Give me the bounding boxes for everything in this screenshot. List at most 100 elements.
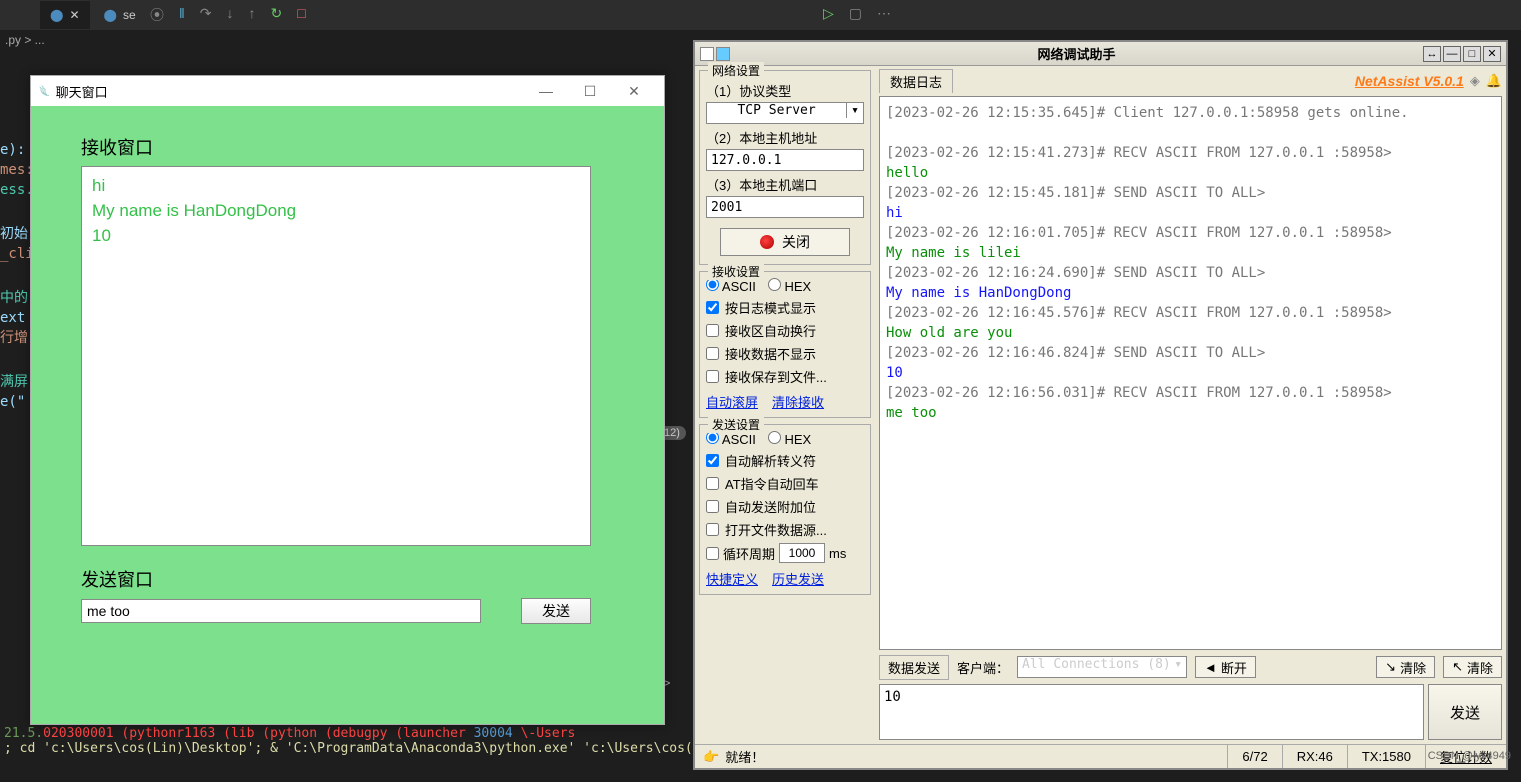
stop-icon[interactable]: □: [297, 5, 305, 25]
split-icon[interactable]: ▢: [849, 5, 862, 22]
close-icon[interactable]: ✕: [1483, 46, 1501, 62]
send-tab[interactable]: 数据发送: [879, 655, 949, 680]
tab-label: se: [123, 8, 136, 22]
recv-logmode-check[interactable]: [706, 301, 719, 314]
feather-icon: 𓆰: [39, 81, 50, 102]
close-icon[interactable]: ✕: [69, 8, 79, 22]
check-label: 自动解析转义符: [725, 451, 816, 470]
period-unit: ms: [829, 546, 846, 561]
group-title: 接收设置: [708, 263, 764, 280]
recv-hide-check[interactable]: [706, 347, 719, 360]
recv-save-check[interactable]: [706, 370, 719, 383]
send-extra-check[interactable]: [706, 500, 719, 513]
period-input[interactable]: [779, 543, 825, 563]
send-input[interactable]: [81, 599, 481, 623]
pin-icon[interactable]: ↔: [1423, 46, 1441, 62]
send-file-check[interactable]: [706, 523, 719, 536]
editor-tab[interactable]: ⬤ ✕: [40, 1, 90, 29]
bell-icon[interactable]: 🔔: [1486, 73, 1502, 89]
log-tab[interactable]: 数据日志: [879, 69, 953, 93]
check-label: 接收保存到文件...: [725, 367, 827, 386]
python-icon: ⬤: [104, 8, 117, 22]
host-input[interactable]: [706, 149, 864, 171]
autoscroll-link[interactable]: 自动滚屏: [706, 392, 758, 411]
group-send: 发送设置 ASCII HEX 自动解析转义符 AT指令自动回车 自动发送附加位 …: [699, 424, 871, 595]
data-log[interactable]: [2023-02-26 12:15:35.645]# Client 127.0.…: [879, 96, 1502, 650]
clear-icon: ↘: [1385, 659, 1396, 675]
check-label: 接收数据不显示: [725, 344, 816, 363]
run-icon[interactable]: ▷: [823, 5, 834, 22]
send-label: 发送窗口: [81, 566, 614, 592]
breadcrumb[interactable]: .py > ...: [0, 30, 50, 50]
hand-icon: 👉: [703, 749, 719, 765]
maximize-icon[interactable]: ☐: [568, 83, 612, 100]
step-out-icon[interactable]: ↑: [249, 5, 256, 25]
recv-label: 接收窗口: [81, 134, 614, 160]
more-icon[interactable]: ⋯: [877, 5, 891, 22]
code-fragments: e):mes:ess.初始_cli中的ext行增满屏e(": [0, 140, 34, 412]
term-text: 020300001 (pythonr1163 (lib (python (deb…: [43, 726, 466, 741]
status-tx: TX:1580: [1347, 745, 1425, 768]
proto-select[interactable]: TCP Server ▾: [706, 102, 864, 124]
send-loop-check[interactable]: [706, 547, 719, 560]
group-network: 网络设置 （1）协议类型 TCP Server ▾ （2）本地主机地址 （3）本…: [699, 70, 871, 265]
status-ready: 就绪！: [725, 747, 764, 766]
recv-textbox[interactable]: hiMy name is HanDongDong10: [81, 166, 591, 546]
step-into-icon[interactable]: ↓: [227, 5, 234, 25]
chat-window: 𓆰 聊天窗口 — ☐ ✕ 接收窗口 hiMy name is HanDongDo…: [30, 75, 665, 725]
term-cd: ; cd 'c:\Users\cos(Lin)\Desktop'; & 'C:\…: [4, 741, 779, 756]
python-icon: ⬤: [50, 8, 63, 22]
send-escape-check[interactable]: [706, 454, 719, 467]
client-label: 客户端：: [957, 658, 1009, 677]
recv-hex-radio[interactable]: HEX: [768, 278, 811, 294]
editor-tab-2[interactable]: ⬤ se: [94, 1, 146, 29]
proto-label: （1）协议类型: [706, 81, 864, 100]
minimize-icon[interactable]: —: [1443, 46, 1461, 62]
check-label: AT指令自动回车: [725, 474, 819, 493]
port-input[interactable]: [706, 196, 864, 218]
status-bar: 👉就绪！ 6/72 RX:46 TX:1580 复位计数: [695, 744, 1506, 768]
minimize-icon[interactable]: —: [524, 83, 568, 99]
close-icon[interactable]: ✕: [612, 83, 656, 100]
check-label: 打开文件数据源...: [725, 520, 827, 539]
close-connection-button[interactable]: 关闭: [720, 228, 850, 256]
check-label: 按日志模式显示: [725, 298, 816, 317]
na-send-button[interactable]: 发送: [1428, 684, 1502, 740]
disconnect-button[interactable]: ◄断开: [1195, 656, 1256, 678]
maximize-icon[interactable]: □: [1463, 46, 1481, 62]
clear-button-2[interactable]: ↖清除: [1443, 656, 1502, 678]
clear-button-1[interactable]: ↘清除: [1376, 656, 1435, 678]
diamond-icon[interactable]: ◈: [1470, 73, 1480, 89]
step-over-icon[interactable]: ↷: [200, 5, 212, 25]
netassist-window: 网络调试助手 ↔ — □ ✕ 网络设置 （1）协议类型 TCP Server ▾…: [693, 40, 1508, 770]
status-pos: 6/72: [1227, 745, 1281, 768]
send-atcr-check[interactable]: [706, 477, 719, 490]
editor-actions: ▷ ▢ ⋯: [823, 5, 891, 22]
recv-ascii-radio[interactable]: ASCII: [706, 278, 756, 294]
continue-icon[interactable]: ⦿: [150, 5, 164, 25]
history-send-link[interactable]: 历史发送: [772, 569, 824, 588]
restart-icon[interactable]: ↻: [271, 5, 283, 25]
brand-label[interactable]: NetAssist V5.0.1: [1355, 73, 1464, 89]
send-ascii-radio[interactable]: ASCII: [706, 431, 756, 447]
na-app-icon: [700, 47, 730, 61]
status-rx: RX:46: [1282, 745, 1347, 768]
term-text: 21.5.: [4, 726, 43, 741]
pause-icon[interactable]: ‖: [179, 5, 185, 25]
na-left-panel: 网络设置 （1）协议类型 TCP Server ▾ （2）本地主机地址 （3）本…: [695, 66, 875, 744]
send-textarea[interactable]: 10: [879, 684, 1424, 740]
host-label: （2）本地主机地址: [706, 128, 864, 147]
period-label: 循环周期: [723, 544, 775, 563]
watermark: CSDN @lyx4949: [1428, 750, 1511, 762]
clear-recv-link[interactable]: 清除接收: [772, 392, 824, 411]
term-text: \-Users: [513, 726, 576, 741]
connection-select[interactable]: All Connections (8) ▾: [1017, 656, 1187, 678]
chat-titlebar[interactable]: 𓆰 聊天窗口 — ☐ ✕: [31, 76, 664, 106]
send-hex-radio[interactable]: HEX: [768, 431, 811, 447]
na-title: 网络调试助手: [730, 44, 1423, 63]
send-button[interactable]: 发送: [521, 598, 591, 624]
recv-autowrap-check[interactable]: [706, 324, 719, 337]
group-recv: 接收设置 ASCII HEX 按日志模式显示 接收区自动换行 接收数据不显示 接…: [699, 271, 871, 418]
na-titlebar[interactable]: 网络调试助手 ↔ — □ ✕: [695, 42, 1506, 66]
quick-def-link[interactable]: 快捷定义: [706, 569, 758, 588]
